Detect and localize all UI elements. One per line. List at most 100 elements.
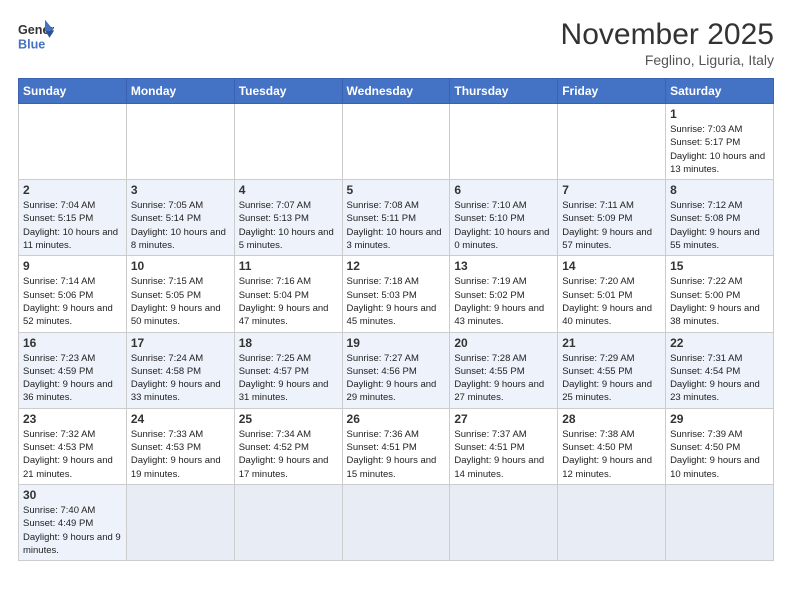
col-monday: Monday <box>126 79 234 104</box>
day-number: 19 <box>347 336 446 350</box>
table-row <box>234 104 342 180</box>
table-row: 29 Sunrise: 7:39 AM Sunset: 4:50 PM Dayli… <box>666 408 774 484</box>
day-number: 29 <box>670 412 769 426</box>
table-row: 19 Sunrise: 7:27 AM Sunset: 4:56 PM Dayli… <box>342 332 450 408</box>
page: General Blue November 2025 Feglino, Ligu… <box>0 0 792 612</box>
day-number: 16 <box>23 336 122 350</box>
table-row <box>558 484 666 560</box>
day-number: 2 <box>23 183 122 197</box>
table-row <box>126 484 234 560</box>
day-number: 14 <box>562 259 661 273</box>
day-info: Sunrise: 7:11 AM Sunset: 5:09 PM Dayligh… <box>562 199 661 252</box>
table-row: 28Sunrise: 7:38 AM Sunset: 4:50 PM Dayli… <box>558 408 666 484</box>
location-subtitle: Feglino, Liguria, Italy <box>561 52 774 68</box>
col-saturday: Saturday <box>666 79 774 104</box>
day-info: Sunrise: 7:28 AM Sunset: 4:55 PM Dayligh… <box>454 352 553 405</box>
day-info: Sunrise: 7:18 AM Sunset: 5:03 PM Dayligh… <box>347 275 446 328</box>
table-row <box>126 104 234 180</box>
generalblue-logo-icon: General Blue <box>18 18 54 54</box>
day-number: 15 <box>670 259 769 273</box>
day-info: Sunrise: 7:19 AM Sunset: 5:02 PM Dayligh… <box>454 275 553 328</box>
day-info: Sunrise: 7:36 AM Sunset: 4:51 PM Dayligh… <box>347 428 446 481</box>
table-row <box>19 104 127 180</box>
day-info: Sunrise: 7:34 AM Sunset: 4:52 PM Dayligh… <box>239 428 338 481</box>
day-number: 9 <box>23 259 122 273</box>
day-info: Sunrise: 7:25 AM Sunset: 4:57 PM Dayligh… <box>239 352 338 405</box>
calendar-table: Sunday Monday Tuesday Wednesday Thursday… <box>18 78 774 561</box>
svg-text:Blue: Blue <box>18 38 45 52</box>
calendar-week-row: 2 Sunrise: 7:04 AM Sunset: 5:15 PM Daylig… <box>19 180 774 256</box>
col-wednesday: Wednesday <box>342 79 450 104</box>
table-row: 8 Sunrise: 7:12 AM Sunset: 5:08 PM Daylig… <box>666 180 774 256</box>
day-number: 12 <box>347 259 446 273</box>
table-row: 16Sunrise: 7:23 AM Sunset: 4:59 PM Dayli… <box>19 332 127 408</box>
table-row: 4Sunrise: 7:07 AM Sunset: 5:13 PM Daylig… <box>234 180 342 256</box>
day-number: 25 <box>239 412 338 426</box>
table-row: 15 Sunrise: 7:22 AM Sunset: 5:00 PM Dayli… <box>666 256 774 332</box>
day-number: 21 <box>562 336 661 350</box>
table-row: 2 Sunrise: 7:04 AM Sunset: 5:15 PM Daylig… <box>19 180 127 256</box>
day-info: Sunrise: 7:20 AM Sunset: 5:01 PM Dayligh… <box>562 275 661 328</box>
col-tuesday: Tuesday <box>234 79 342 104</box>
day-number: 3 <box>131 183 230 197</box>
table-row: 23 Sunrise: 7:32 AM Sunset: 4:53 PM Dayli… <box>19 408 127 484</box>
day-number: 1 <box>670 107 769 121</box>
day-number: 13 <box>454 259 553 273</box>
day-number: 6 <box>454 183 553 197</box>
day-info: Sunrise: 7:24 AM Sunset: 4:58 PM Dayligh… <box>131 352 230 405</box>
day-info: Sunrise: 7:12 AM Sunset: 5:08 PM Dayligh… <box>670 199 769 252</box>
day-number: 23 <box>23 412 122 426</box>
title-block: November 2025 Feglino, Liguria, Italy <box>561 18 774 68</box>
table-row: 7 Sunrise: 7:11 AM Sunset: 5:09 PM Daylig… <box>558 180 666 256</box>
day-info: Sunrise: 7:07 AM Sunset: 5:13 PM Dayligh… <box>239 199 338 252</box>
day-info: Sunrise: 7:27 AM Sunset: 4:56 PM Dayligh… <box>347 352 446 405</box>
day-info: Sunrise: 7:10 AM Sunset: 5:10 PM Dayligh… <box>454 199 553 252</box>
month-title: November 2025 <box>561 18 774 52</box>
table-row: 11Sunrise: 7:16 AM Sunset: 5:04 PM Dayli… <box>234 256 342 332</box>
day-number: 18 <box>239 336 338 350</box>
day-info: Sunrise: 7:22 AM Sunset: 5:00 PM Dayligh… <box>670 275 769 328</box>
day-number: 22 <box>670 336 769 350</box>
table-row: 12 Sunrise: 7:18 AM Sunset: 5:03 PM Dayli… <box>342 256 450 332</box>
table-row: 5Sunrise: 7:08 AM Sunset: 5:11 PM Daylig… <box>342 180 450 256</box>
day-info: Sunrise: 7:04 AM Sunset: 5:15 PM Dayligh… <box>23 199 122 252</box>
header: General Blue November 2025 Feglino, Ligu… <box>18 18 774 68</box>
table-row: 21 Sunrise: 7:29 AM Sunset: 4:55 PM Dayli… <box>558 332 666 408</box>
table-row: 1Sunrise: 7:03 AM Sunset: 5:17 PM Daylig… <box>666 104 774 180</box>
table-row <box>450 484 558 560</box>
table-row: 18 Sunrise: 7:25 AM Sunset: 4:57 PM Dayli… <box>234 332 342 408</box>
day-number: 24 <box>131 412 230 426</box>
calendar-header-row: Sunday Monday Tuesday Wednesday Thursday… <box>19 79 774 104</box>
table-row: 17 Sunrise: 7:24 AM Sunset: 4:58 PM Dayli… <box>126 332 234 408</box>
calendar-week-row: 1Sunrise: 7:03 AM Sunset: 5:17 PM Daylig… <box>19 104 774 180</box>
table-row: 10Sunrise: 7:15 AM Sunset: 5:05 PM Dayli… <box>126 256 234 332</box>
day-info: Sunrise: 7:39 AM Sunset: 4:50 PM Dayligh… <box>670 428 769 481</box>
calendar-week-row: 23 Sunrise: 7:32 AM Sunset: 4:53 PM Dayli… <box>19 408 774 484</box>
table-row <box>450 104 558 180</box>
day-info: Sunrise: 7:08 AM Sunset: 5:11 PM Dayligh… <box>347 199 446 252</box>
day-number: 8 <box>670 183 769 197</box>
day-info: Sunrise: 7:37 AM Sunset: 4:51 PM Dayligh… <box>454 428 553 481</box>
table-row <box>342 484 450 560</box>
table-row: 6 Sunrise: 7:10 AM Sunset: 5:10 PM Daylig… <box>450 180 558 256</box>
table-row <box>342 104 450 180</box>
day-number: 27 <box>454 412 553 426</box>
day-number: 7 <box>562 183 661 197</box>
table-row: 3 Sunrise: 7:05 AM Sunset: 5:14 PM Daylig… <box>126 180 234 256</box>
calendar-week-row: 9 Sunrise: 7:14 AM Sunset: 5:06 PM Daylig… <box>19 256 774 332</box>
day-info: Sunrise: 7:38 AM Sunset: 4:50 PM Dayligh… <box>562 428 661 481</box>
table-row: 26Sunrise: 7:36 AM Sunset: 4:51 PM Dayli… <box>342 408 450 484</box>
day-info: Sunrise: 7:16 AM Sunset: 5:04 PM Dayligh… <box>239 275 338 328</box>
table-row: 14 Sunrise: 7:20 AM Sunset: 5:01 PM Dayli… <box>558 256 666 332</box>
logo: General Blue <box>18 18 54 54</box>
day-number: 10 <box>131 259 230 273</box>
day-info: Sunrise: 7:29 AM Sunset: 4:55 PM Dayligh… <box>562 352 661 405</box>
day-info: Sunrise: 7:32 AM Sunset: 4:53 PM Dayligh… <box>23 428 122 481</box>
day-number: 17 <box>131 336 230 350</box>
day-info: Sunrise: 7:14 AM Sunset: 5:06 PM Dayligh… <box>23 275 122 328</box>
table-row: 9 Sunrise: 7:14 AM Sunset: 5:06 PM Daylig… <box>19 256 127 332</box>
day-info: Sunrise: 7:05 AM Sunset: 5:14 PM Dayligh… <box>131 199 230 252</box>
table-row: 20Sunrise: 7:28 AM Sunset: 4:55 PM Dayli… <box>450 332 558 408</box>
day-info: Sunrise: 7:40 AM Sunset: 4:49 PM Dayligh… <box>23 504 122 557</box>
day-info: Sunrise: 7:31 AM Sunset: 4:54 PM Dayligh… <box>670 352 769 405</box>
